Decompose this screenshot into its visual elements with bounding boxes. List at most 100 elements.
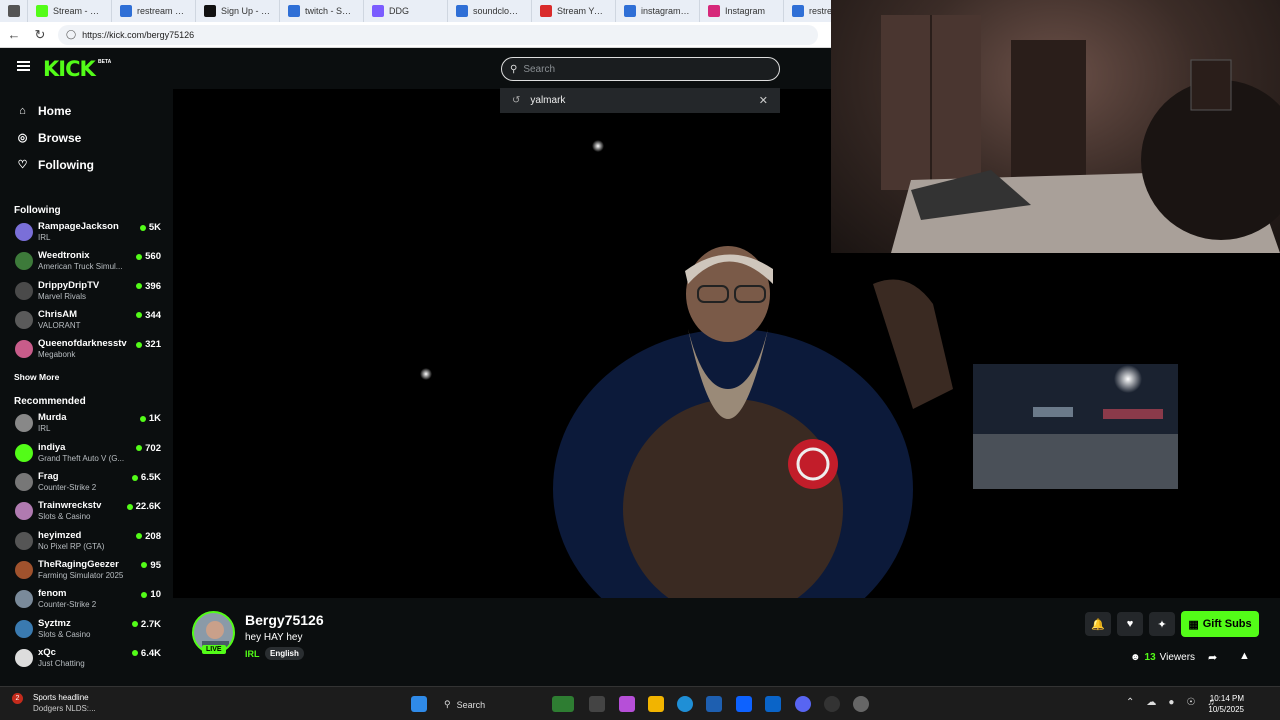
url-field[interactable]: ◯ https://kick.com/bergy75126 xyxy=(58,24,818,45)
sparkle-button[interactable]: ✦ xyxy=(1149,612,1175,636)
compass-icon: ◎ xyxy=(17,132,28,144)
live-dot-icon xyxy=(136,341,143,348)
channel-category: Counter-Strike 2 xyxy=(38,600,97,610)
heart-icon: ♡ xyxy=(17,159,28,171)
channel-item[interactable]: fenom Counter-Strike 2 10 xyxy=(0,585,172,614)
news-widget[interactable]: 2 Sports headline Dodgers NLDS:... xyxy=(12,692,96,714)
browser-tab[interactable]: restream xyxy=(784,0,831,22)
viewer-count: ☻ 13 Viewers xyxy=(1130,652,1195,663)
date: 10/5/2025 xyxy=(1208,705,1244,714)
browser-tab[interactable]: instagram - Search xyxy=(616,0,700,22)
channel-category: American Truck Simul... xyxy=(38,262,123,272)
browser-tab[interactable]: restream - Search xyxy=(112,0,196,22)
search-suggestion[interactable]: ↺ yalmark ✕ xyxy=(500,88,780,113)
channel-avatar xyxy=(15,590,33,609)
follow-button[interactable]: ♥ xyxy=(1117,612,1143,636)
channel-item[interactable]: Frag Counter-Strike 2 6.5K xyxy=(0,468,172,497)
back-arrow-icon[interactable]: ← xyxy=(6,27,22,43)
taskbar-search[interactable]: ⚲ Search xyxy=(438,695,544,714)
channel-item[interactable]: xQc Just Chatting 6.4K xyxy=(0,644,172,673)
dropbox-icon[interactable] xyxy=(736,696,752,712)
search-placeholder: Search xyxy=(523,63,556,75)
channel-name: Syztmz xyxy=(38,617,71,629)
gift-subs-button[interactable]: ▦ Gift Subs xyxy=(1181,611,1259,637)
outlook-icon[interactable] xyxy=(765,696,781,712)
stream-title: hey HAY hey xyxy=(245,632,303,643)
discord-icon[interactable] xyxy=(795,696,811,712)
menu-icon[interactable] xyxy=(17,61,30,71)
stream-category[interactable]: IRL xyxy=(245,649,260,659)
share-icon[interactable]: ➦ xyxy=(1208,651,1217,664)
channel-viewers: 6.4K xyxy=(131,647,161,659)
clock[interactable]: 10:14 PM 10/5/2025 xyxy=(1200,693,1244,715)
channel-category: VALORANT xyxy=(38,320,81,330)
tab-actions[interactable] xyxy=(0,0,28,22)
reload-icon[interactable]: ↻ xyxy=(32,27,48,43)
live-badge: LIVE xyxy=(202,645,226,654)
browser-tab[interactable]: Instagram xyxy=(700,0,784,22)
channel-viewers: 6.5K xyxy=(131,472,161,483)
store-icon[interactable] xyxy=(706,696,722,712)
channel-item[interactable]: ChrisAM VALORANT 344 xyxy=(0,306,172,335)
remove-suggestion-icon[interactable]: ✕ xyxy=(759,94,768,107)
channel-avatar xyxy=(15,310,33,329)
channel-name: TheRagingGeezer xyxy=(38,558,119,570)
browser-tab[interactable]: Sign Up - Restream xyxy=(196,0,280,22)
live-dot-icon xyxy=(141,562,148,569)
mic-icon[interactable]: ● xyxy=(1168,697,1174,708)
tab-label: Sign Up - Restream xyxy=(221,6,271,16)
channel-item[interactable]: Syztmz Slots & Casino 2.7K xyxy=(0,615,172,644)
site-info-icon[interactable]: ◯ xyxy=(66,29,76,40)
task-view-icon[interactable] xyxy=(589,696,605,712)
widgets-icon[interactable] xyxy=(552,696,574,712)
channel-item[interactable]: heyimzed No Pixel RP (GTA) 208 xyxy=(0,527,172,556)
tab-label: soundcloud - Search xyxy=(473,6,523,16)
following-heading: Following xyxy=(14,204,61,216)
channel-category: IRL xyxy=(38,424,51,434)
viewer-count-text: 2.7K xyxy=(140,618,161,630)
channel-item[interactable]: Weedtronix American Truck Simul... 560 xyxy=(0,247,172,276)
viewer-count-text: 6.4K xyxy=(140,647,161,659)
search-input[interactable]: ⚲ Search xyxy=(501,57,780,81)
channel-item[interactable]: DrippyDripTV Marvel Rivals 396 xyxy=(0,277,172,306)
live-dot-icon xyxy=(141,591,148,598)
obs-icon[interactable] xyxy=(824,696,840,712)
browser-tab[interactable]: Stream Yung xyxy=(532,0,616,22)
channel-item[interactable]: Murda IRL 1K xyxy=(0,409,172,438)
viewer-count-text: 344 xyxy=(145,309,161,321)
edge-icon[interactable] xyxy=(677,696,693,712)
copilot-icon[interactable] xyxy=(619,696,635,712)
tab-label: Stream - Kick xyxy=(53,6,103,16)
channel-item[interactable]: indiya Grand Theft Auto V (G... 702 xyxy=(0,439,172,468)
channel-viewers: 208 xyxy=(136,531,161,542)
channel-item[interactable]: TheRagingGeezer Farming Simulator 2025 95 xyxy=(0,556,172,585)
viewer-number: 13 xyxy=(1144,652,1156,663)
live-dot-icon xyxy=(139,415,146,422)
browser-tab[interactable]: DDG xyxy=(364,0,448,22)
channel-item[interactable]: Queenofdarknesstv Megabonk 321 xyxy=(0,335,172,364)
channel-avatar xyxy=(15,648,33,667)
nav-home[interactable]: ⌂ Home xyxy=(0,97,172,124)
viewer-count-text: 560 xyxy=(145,251,161,263)
chevron-up-icon[interactable]: ⌃ xyxy=(1126,697,1134,708)
settings-icon[interactable] xyxy=(853,696,869,712)
browser-tab[interactable]: twitch - Search xyxy=(280,0,364,22)
nav-browse[interactable]: ◎ Browse xyxy=(0,124,172,151)
cloud-icon[interactable]: ☁ xyxy=(1146,697,1156,708)
notification-button[interactable]: 🔔 xyxy=(1085,612,1111,636)
show-more-link[interactable]: Show More xyxy=(0,367,172,387)
browser-tab[interactable]: Stream - Kick xyxy=(28,0,112,22)
language-tag[interactable]: English xyxy=(265,647,304,660)
tab-label: twitch - Search xyxy=(305,6,355,16)
windows-start-icon[interactable] xyxy=(411,696,427,712)
file-explorer-icon[interactable] xyxy=(648,696,664,712)
browser-tab[interactable]: soundcloud - Search xyxy=(448,0,532,22)
users-icon: ☻ xyxy=(1130,652,1141,663)
channel-item[interactable]: RampageJackson IRL 5K xyxy=(0,218,172,247)
channel-item[interactable]: Trainwreckstv Slots & Casino 22.6K xyxy=(0,497,172,526)
wifi-icon[interactable]: ☉ xyxy=(1186,697,1195,708)
kick-logo[interactable]: KICK xyxy=(43,57,96,81)
report-icon[interactable]: ▲ xyxy=(1239,650,1250,662)
nav-following[interactable]: ♡ Following xyxy=(0,151,172,178)
streamer-name[interactable]: Bergy75126 xyxy=(245,612,324,628)
